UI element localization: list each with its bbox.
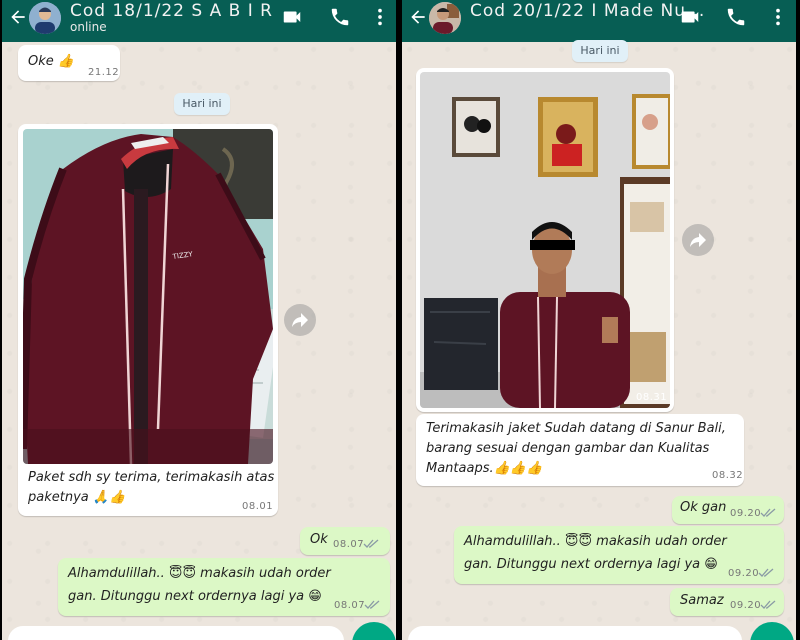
jacket-photo[interactable]: TIZZY (23, 129, 273, 464)
forward-button[interactable] (284, 304, 316, 336)
outgoing-message[interactable]: Ok 08.07 (300, 527, 390, 555)
more-vert-icon[interactable] (368, 6, 392, 28)
phone-icon[interactable] (724, 6, 748, 28)
more-vert-icon[interactable] (766, 6, 790, 28)
back-arrow-icon[interactable] (8, 7, 28, 27)
forward-icon (690, 233, 706, 247)
video-call-icon[interactable] (678, 6, 702, 28)
chat-title[interactable]: Cod 20/1/22 I Made Nu... (470, 1, 705, 21)
message-text: Samaz (680, 593, 724, 608)
double-check-icon (760, 600, 776, 609)
day-separator: Hari ini (572, 40, 628, 62)
message-text-line2: gan. Ditunggu next ordernya lagi ya 😁 (68, 589, 322, 604)
message-time: 08.07 (334, 600, 366, 611)
message-text: Oke 👍 (28, 54, 75, 69)
outgoing-message[interactable]: Samaz 09.20 (670, 588, 784, 616)
contact-avatar[interactable] (429, 2, 461, 34)
message-input-bar[interactable] (408, 626, 742, 640)
day-separator: Hari ini (174, 93, 230, 115)
message-time: 09.20 (728, 568, 760, 579)
video-call-icon[interactable] (280, 6, 304, 28)
message-text-line1: Alhamdulillah.. 😇😇 makasih udah order (464, 534, 727, 549)
message-text: Ok gan (680, 500, 727, 515)
incoming-photo-message[interactable]: TIZZY Paket sdh sy terima, terimakasih a… (18, 124, 278, 516)
message-text-line3: Mantaaps.👍👍👍 (426, 461, 543, 476)
forward-icon (292, 313, 308, 327)
message-text-line1: Alhamdulillah.. 😇😇 makasih udah order (68, 566, 331, 581)
chat-header: Cod 20/1/22 I Made Nu... (402, 0, 796, 42)
message-time: 08.32 (712, 470, 744, 481)
message-text-line1: Terimakasih jaket Sudah datang di Sanur … (426, 421, 726, 436)
incoming-photo-message[interactable]: 08.31 (416, 68, 674, 412)
double-check-icon (364, 600, 380, 609)
message-time: 09.20 (730, 600, 762, 611)
back-arrow-icon[interactable] (408, 7, 428, 27)
left-chat-screen: Cod 18/1/22 S A B I R online Oke 👍 21.12… (2, 0, 396, 640)
outgoing-message[interactable]: Alhamdulillah.. 😇😇 makasih udah order ga… (58, 558, 390, 616)
message-time: 09.20 (730, 508, 762, 519)
message-input-bar[interactable] (8, 626, 344, 640)
customer-photo[interactable] (420, 72, 670, 408)
photo-caption-line2: paketnya 🙏👍 (28, 490, 126, 505)
photo-caption-line1: Paket sdh sy terima, terimakasih atas (28, 470, 275, 485)
message-time: 08.31 (636, 392, 668, 403)
right-chat-screen: Cod 20/1/22 I Made Nu... Hari ini 08.31 … (402, 0, 796, 640)
incoming-message[interactable]: Terimakasih jaket Sudah datang di Sanur … (416, 414, 744, 486)
outgoing-message[interactable]: Alhamdulillah.. 😇😇 makasih udah order ga… (454, 526, 784, 584)
double-check-icon (363, 539, 379, 548)
message-time: 21.12 (88, 67, 120, 78)
double-check-icon (760, 508, 776, 517)
incoming-message[interactable]: Oke 👍 21.12 (18, 45, 120, 81)
message-text: Ok (310, 532, 328, 547)
double-check-icon (758, 568, 774, 577)
outgoing-message[interactable]: Ok gan 09.20 (672, 496, 784, 524)
chat-title[interactable]: Cod 18/1/22 S A B I R (70, 1, 273, 21)
phone-icon[interactable] (328, 6, 352, 28)
message-time: 08.01 (242, 501, 274, 512)
message-time: 08.07 (333, 539, 365, 550)
message-text-line2: gan. Ditunggu next ordernya lagi ya 😁 (464, 557, 718, 572)
contact-status: online (70, 20, 107, 34)
message-text-line2: barang sesuai dengan gambar dan Kualitas (426, 441, 710, 456)
forward-button[interactable] (682, 224, 714, 256)
chat-header: Cod 18/1/22 S A B I R online (2, 0, 396, 42)
contact-avatar[interactable] (29, 2, 61, 34)
